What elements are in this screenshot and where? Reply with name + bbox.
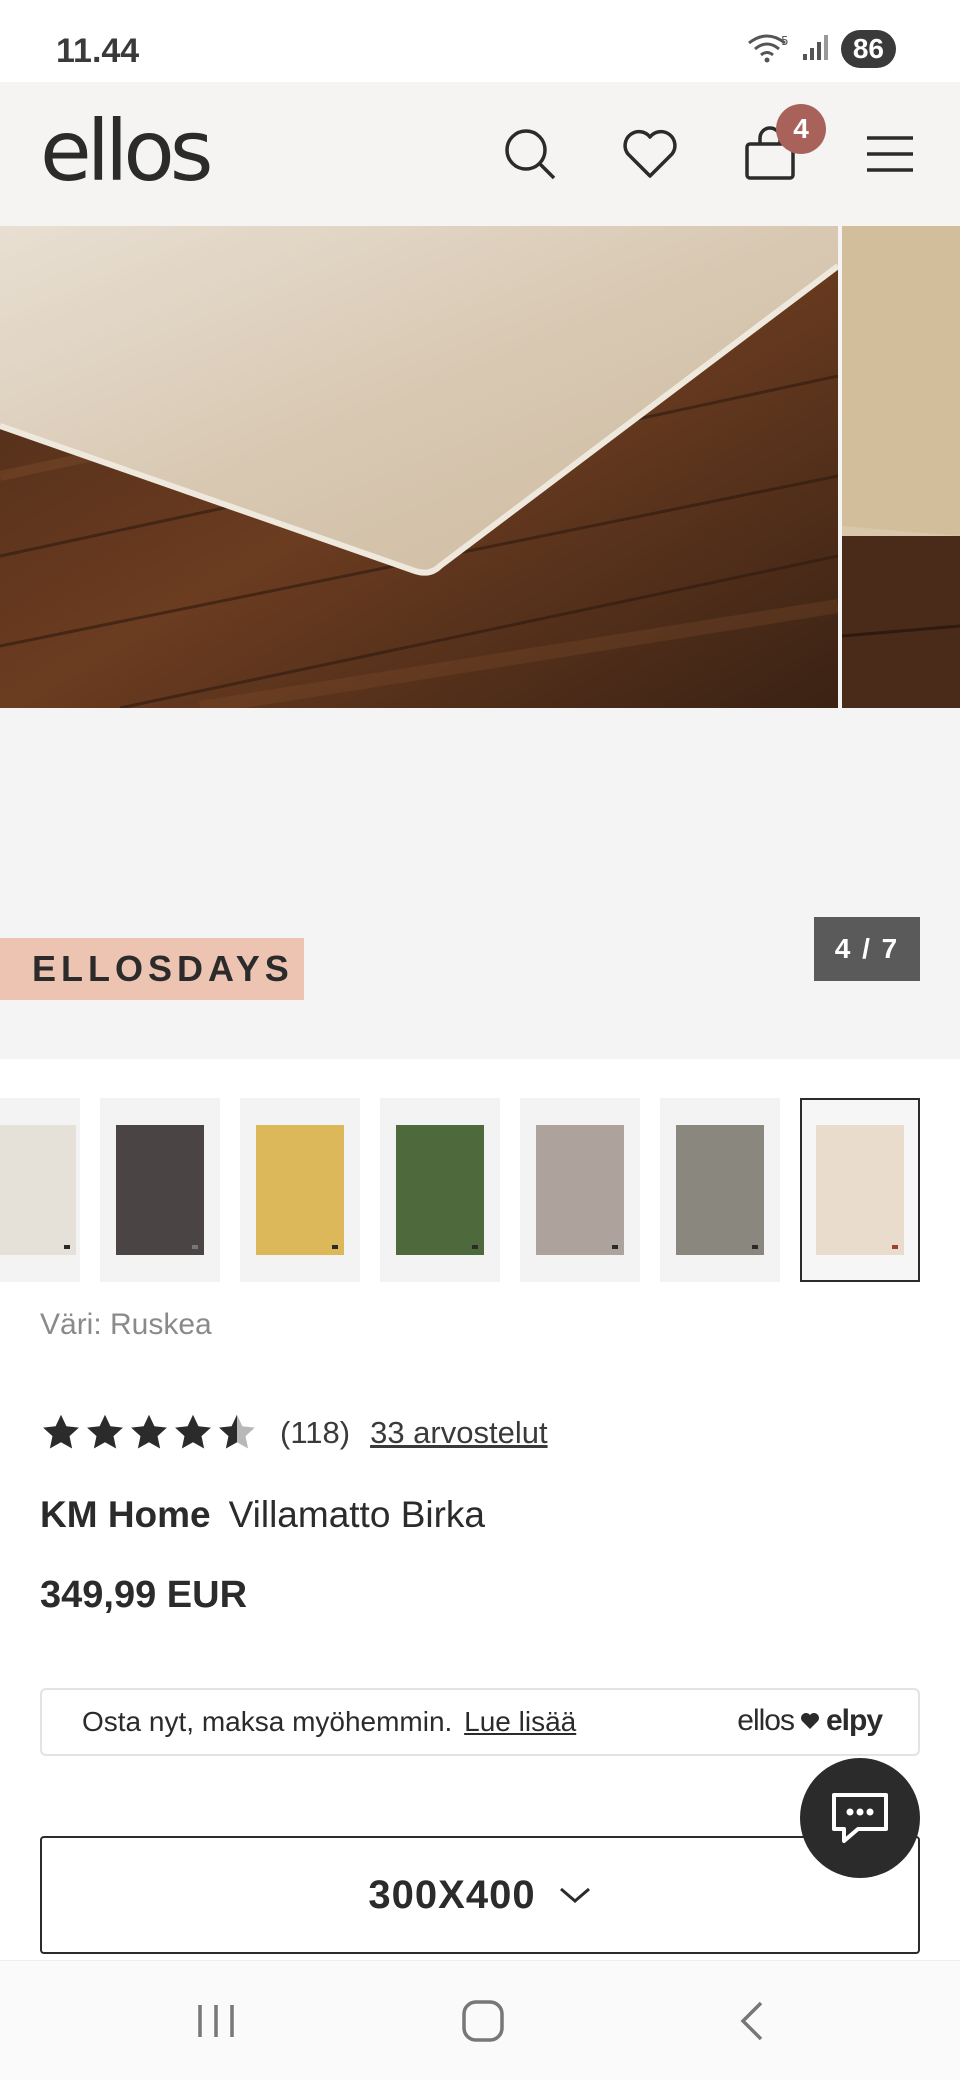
recent-apps-icon[interactable]	[176, 1989, 256, 2053]
rating-row: (118) 33 arvostelut	[40, 1410, 548, 1456]
swatch	[816, 1125, 904, 1255]
star-icon	[175, 1414, 211, 1449]
selected-size: 300X400	[368, 1872, 536, 1917]
product-brand[interactable]: KM Home	[40, 1494, 211, 1535]
battery-indicator: 86	[840, 30, 896, 68]
swatch	[536, 1125, 624, 1255]
chevron-down-icon	[559, 1887, 590, 1903]
swatch	[676, 1125, 764, 1255]
swatch	[0, 1125, 76, 1255]
ellos-elpy-logo: ellos elpy	[737, 1704, 883, 1738]
star-rating	[40, 1413, 258, 1453]
back-icon[interactable]	[712, 1989, 792, 2053]
color-thumb-7-selected[interactable]	[800, 1098, 920, 1282]
rating-count: (118)	[280, 1415, 351, 1450]
buy-now-pay-later-banner: Osta nyt, maksa myöhemmin. Lue lisää ell…	[40, 1688, 920, 1756]
signal-icon	[801, 32, 831, 67]
color-variant-thumbnails	[0, 1098, 960, 1284]
ellos-logo[interactable]: ellos	[40, 102, 214, 200]
color-label: Väri: Ruskea	[40, 1308, 212, 1341]
star-icon	[43, 1414, 79, 1449]
status-time: 11.44	[56, 32, 140, 70]
home-icon[interactable]	[443, 1989, 523, 2053]
color-thumb-6[interactable]	[660, 1098, 780, 1282]
color-thumb-3[interactable]	[240, 1098, 360, 1282]
read-more-link[interactable]: Lue lisää	[464, 1706, 576, 1737]
site-header: ellos 4	[0, 82, 960, 226]
size-dropdown[interactable]: 300X400	[40, 1836, 920, 1954]
swatch	[396, 1125, 484, 1255]
svg-text:5: 5	[781, 34, 789, 48]
product-price: 349,99 EUR	[40, 1574, 248, 1616]
star-icon	[131, 1414, 167, 1449]
product-photo-rug-corner[interactable]	[0, 226, 838, 708]
search-icon[interactable]	[494, 118, 566, 190]
bnpl-text: Osta nyt, maksa myöhemmin. Lue lisää	[82, 1706, 576, 1738]
bnpl-message: Osta nyt, maksa myöhemmin.	[82, 1706, 453, 1737]
ellos-logo-small: ellos	[737, 1704, 795, 1737]
heart-filled-icon	[800, 1713, 819, 1729]
chat-bubble-icon	[832, 1793, 888, 1843]
wifi-icon: 5	[747, 31, 791, 68]
status-bar: 11.44 5 86	[0, 0, 960, 82]
elpy-logo: elpy	[825, 1704, 883, 1737]
image-counter: 4 / 7	[814, 917, 920, 981]
product-name: Villamatto Birka	[228, 1494, 485, 1535]
shopping-bag-icon[interactable]: 4	[734, 104, 826, 190]
color-thumb-4[interactable]	[380, 1098, 500, 1282]
star-icon	[87, 1414, 123, 1449]
color-thumb-5[interactable]	[520, 1098, 640, 1282]
swatch	[116, 1125, 204, 1255]
reviews-link[interactable]: 33 arvostelut	[370, 1415, 548, 1451]
swatch	[256, 1125, 344, 1255]
heart-icon[interactable]	[614, 118, 686, 190]
half-star-icon	[219, 1414, 255, 1449]
product-photo-next-peek[interactable]	[842, 226, 960, 708]
chat-button[interactable]	[800, 1758, 920, 1878]
status-icons: 5 86	[747, 30, 896, 68]
hamburger-menu-icon[interactable]	[854, 118, 926, 190]
cart-count-badge: 4	[776, 104, 826, 154]
product-image-gallery[interactable]: ELLOSDAYS 4 / 7	[0, 226, 960, 1059]
ellosdays-promo-tag: ELLOSDAYS	[0, 938, 304, 1000]
system-navigation-bar	[0, 1960, 960, 2080]
color-thumb-2[interactable]	[100, 1098, 220, 1282]
product-title: KM Home Villamatto Birka	[40, 1494, 485, 1536]
color-thumb-1[interactable]	[0, 1098, 80, 1282]
